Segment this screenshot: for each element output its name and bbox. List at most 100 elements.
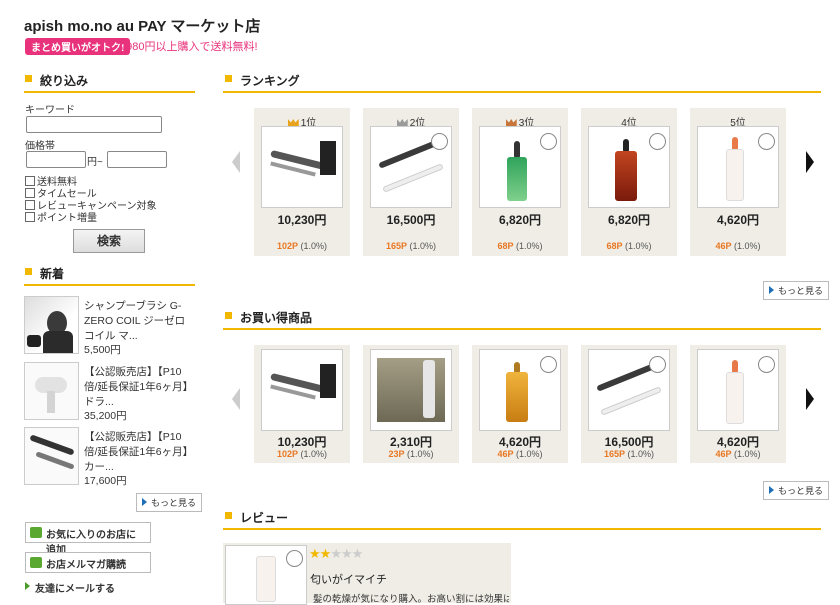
points-value: 102P [276, 449, 298, 459]
review-card[interactable]: ★★★★★ 匂いがイマイチ 髪の乾燥が気になり購入。お高い割には効果はよ [223, 543, 511, 605]
product-points: 23P (1.0%) [363, 449, 459, 459]
product-points: 46P (1.0%) [690, 241, 786, 251]
points-rate: (1.0%) [516, 449, 543, 459]
product-thumbnail[interactable] [24, 427, 79, 485]
points-rate: (1.0%) [627, 449, 655, 459]
product-image[interactable] [261, 126, 343, 208]
filter-point-up[interactable]: ポイント増量 [25, 209, 97, 224]
review-body: 髪の乾燥が気になり購入。お高い割には効果はよ [313, 594, 509, 605]
new-arrivals-more-button[interactable]: もっと見る [136, 493, 203, 512]
product-points: 68P (1.0%) [472, 241, 568, 251]
deals-next-arrow-icon[interactable] [806, 388, 814, 410]
checkbox[interactable] [25, 211, 35, 222]
product-thumbnail[interactable] [24, 362, 79, 420]
star-icon: ★ [351, 546, 364, 561]
ranking-card[interactable]: 5位 4,620円 46P (1.0%) [690, 108, 786, 256]
deals-more-button[interactable]: もっと見る [763, 481, 830, 500]
product-image[interactable] [479, 126, 561, 208]
promo-text: 3,980円以上購入で送料無料! [117, 41, 258, 53]
add-favorite-shop-button[interactable]: お気に入りのお店に追加 [25, 522, 151, 556]
promo-badge: まとめ買いがオトク! [25, 38, 131, 55]
new-arrival-price: 17,600円 [84, 475, 127, 487]
search-button[interactable]: 検索 [73, 229, 145, 253]
product-image[interactable] [370, 349, 452, 431]
mail-magazine-label: お店メルマガ購読 [46, 560, 126, 571]
product-thumbnail[interactable] [24, 296, 79, 354]
ranking-card[interactable]: 3位 6,820円 68P (1.0%) [472, 108, 568, 256]
ranking-card[interactable]: 1位 10,230円 102P (1.0%) [254, 108, 350, 256]
checkbox-label: ポイント増量 [37, 213, 97, 224]
checkbox[interactable] [25, 187, 35, 198]
deal-card[interactable]: 4,620円 46P (1.0%) [690, 345, 786, 463]
product-image[interactable] [479, 349, 561, 431]
mail-friend-link[interactable]: 友達にメールする [25, 580, 115, 595]
crown-icon [287, 119, 299, 126]
ranking-more-button[interactable]: もっと見る [763, 281, 830, 300]
points-value: 165P [385, 241, 407, 251]
product-price: 6,820円 [607, 213, 651, 227]
deal-card[interactable]: 2,310円 23P (1.0%) [363, 345, 459, 463]
price-min-input[interactable] [26, 151, 86, 168]
points-value: 46P [715, 241, 732, 251]
ranking-divider [223, 91, 821, 93]
points-rate: (1.0%) [516, 241, 543, 251]
deals-prev-arrow-icon[interactable] [232, 388, 240, 410]
product-points: 102P (1.0%) [254, 241, 350, 251]
checkbox[interactable] [25, 175, 35, 186]
product-price: 6,820円 [498, 213, 542, 227]
star-icon: ★ [340, 546, 353, 561]
points-rate: (1.0%) [300, 449, 328, 459]
product-price: 16,500円 [604, 435, 654, 449]
new-arrival-name[interactable]: シャンプーブラシ G-ZERO COIL ジーゼロコイル マ... [84, 299, 194, 344]
keyword-label: キーワード [25, 105, 75, 116]
review-rating-stars: ★★★★★ [309, 546, 364, 562]
product-image[interactable] [370, 126, 452, 208]
product-points: 46P (1.0%) [472, 449, 568, 459]
price-separator: 円~ [87, 157, 103, 168]
deal-card[interactable]: 4,620円 46P (1.0%) [472, 345, 568, 463]
points-value: 68P [606, 241, 623, 251]
points-rate: (1.0%) [625, 241, 652, 251]
new-arrival-price: 5,500円 [84, 344, 121, 356]
star-icon: ★ [309, 546, 321, 561]
points-rate: (1.0%) [734, 449, 761, 459]
review-product-image[interactable] [225, 545, 307, 605]
new-arrival-item[interactable]: 【公認販売店】【P10倍/延長保証1年6ヶ月】 ドラ... 35,200円 [24, 362, 194, 426]
new-arrival-item[interactable]: シャンプーブラシ G-ZERO COIL ジーゼロコイル マ... 5,500円 [24, 296, 194, 360]
points-value: 102P [276, 241, 298, 251]
product-image[interactable] [697, 349, 779, 431]
deal-card[interactable]: 10,230円 102P (1.0%) [254, 345, 350, 463]
star-icon: ★ [319, 546, 332, 561]
product-price: 4,620円 [498, 435, 542, 449]
shop-icon [30, 527, 42, 538]
product-image[interactable] [588, 126, 670, 208]
product-price: 4,620円 [716, 435, 760, 449]
review-heading: レビュー [225, 509, 288, 526]
points-rate: (1.0%) [734, 241, 761, 251]
filter-heading: 絞り込み [25, 72, 88, 89]
new-arrival-name[interactable]: 【公認販売店】【P10倍/延長保証1年6ヶ月】 カー... [84, 430, 194, 475]
mail-magazine-button[interactable]: お店メルマガ購読 [25, 552, 151, 573]
ranking-card[interactable]: 2位 16,500円 165P (1.0%) [363, 108, 459, 256]
product-points: 165P (1.0%) [363, 241, 459, 251]
product-price: 4,620円 [716, 213, 760, 227]
ranking-prev-arrow-icon[interactable] [232, 151, 240, 173]
product-image[interactable] [697, 126, 779, 208]
star-icon: ★ [330, 546, 342, 561]
deal-card[interactable]: 16,500円 165P (1.0%) [581, 345, 677, 463]
product-image[interactable] [588, 349, 670, 431]
product-points: 102P (1.0%) [254, 449, 350, 459]
new-arrival-name[interactable]: 【公認販売店】【P10倍/延長保証1年6ヶ月】 ドラ... [84, 365, 194, 410]
crown-icon [505, 119, 517, 126]
new-arrival-item[interactable]: 【公認販売店】【P10倍/延長保証1年6ヶ月】 カー... 17,600円 [24, 427, 194, 491]
points-rate: (1.0%) [407, 449, 434, 459]
product-price: 10,230円 [277, 213, 327, 227]
product-image[interactable] [261, 349, 343, 431]
keyword-input[interactable] [26, 116, 162, 133]
checkbox[interactable] [25, 199, 35, 210]
price-max-input[interactable] [107, 151, 167, 168]
product-price: 16,500円 [386, 213, 436, 227]
points-value: 68P [497, 241, 514, 251]
ranking-next-arrow-icon[interactable] [806, 151, 814, 173]
ranking-card[interactable]: 4位 6,820円 68P (1.0%) [581, 108, 677, 256]
